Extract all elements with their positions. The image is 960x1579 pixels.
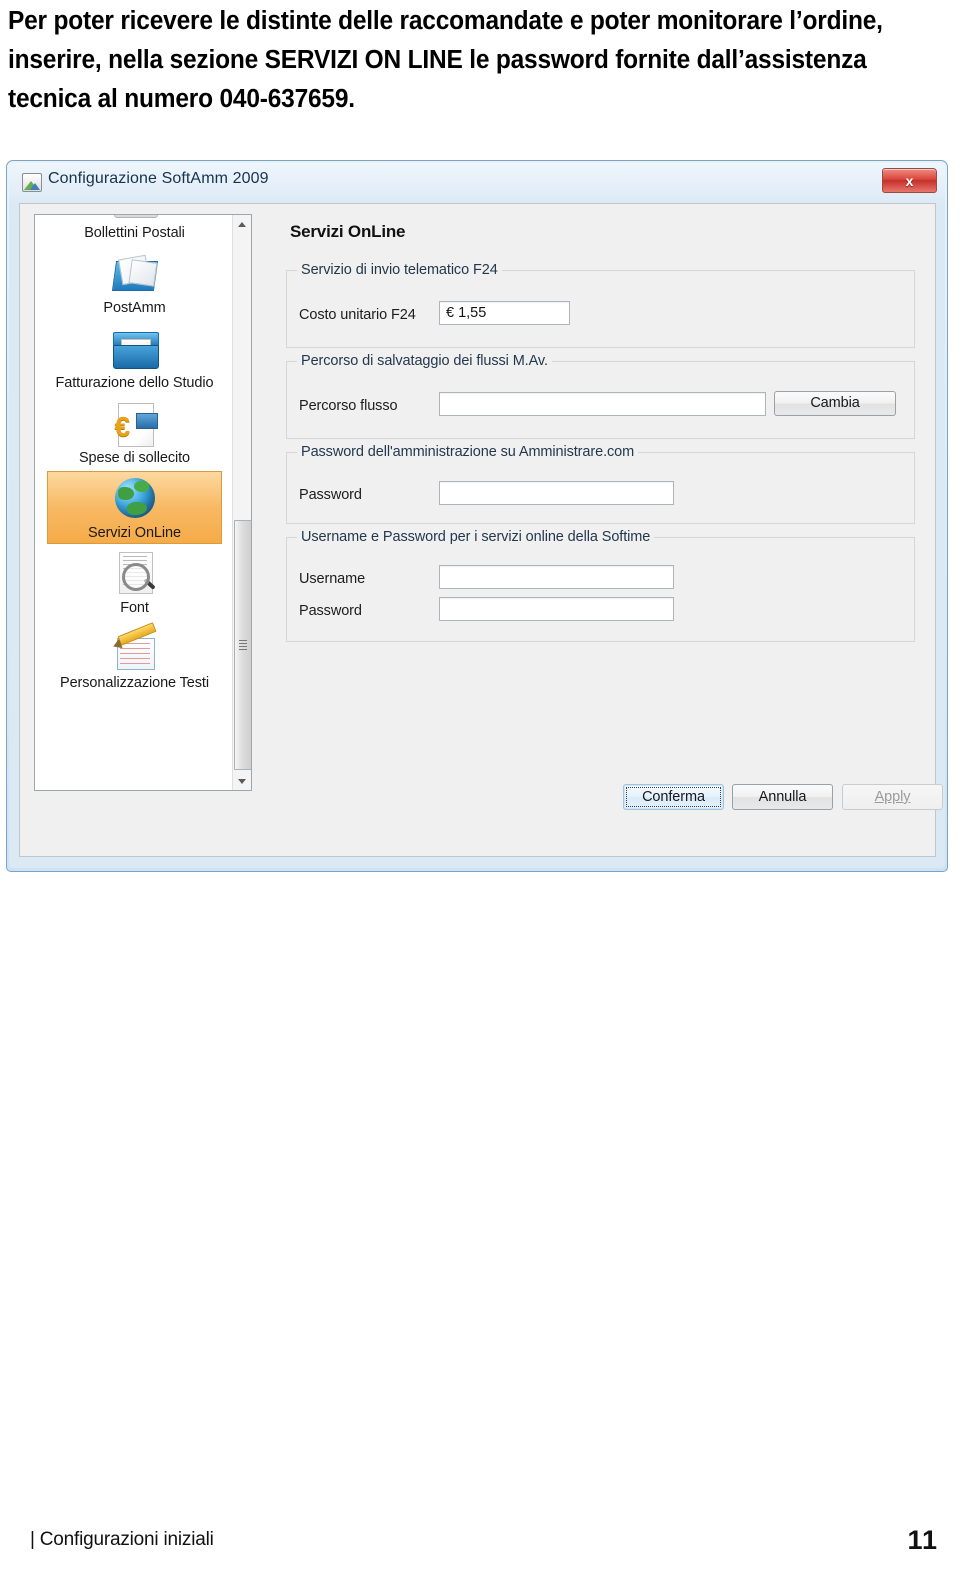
page-title: Servizi OnLine (290, 222, 406, 241)
scrollbar-thumb[interactable] (234, 520, 251, 770)
category-list[interactable]: Bollettini Postali PostAmm Fatturazione … (34, 214, 252, 791)
sidebar-item-bollettini-postali[interactable]: Bollettini Postali (47, 215, 222, 244)
sidebar-item-label: Servizi OnLine (88, 525, 181, 541)
cambia-button[interactable]: Cambia (774, 391, 896, 416)
sidebar-item-fatturazione-dello-studio[interactable]: Fatturazione dello Studio (47, 321, 222, 394)
conferma-button[interactable]: Conferma (623, 784, 724, 810)
sidebar-item-label: Bollettini Postali (84, 225, 185, 241)
euro-document-icon: € (108, 399, 162, 449)
sidebar-scrollbar[interactable] (232, 215, 251, 790)
group-username-password-softime: Username e Password per i servizi online… (286, 529, 915, 642)
title-bar[interactable]: Configurazione SoftAmm 2009 x (9, 163, 945, 203)
sidebar-item-label: PostAmm (103, 300, 166, 316)
input-password-amministrazione[interactable] (439, 481, 674, 505)
group-servizio-invio-telematico-f24: Servizio di invio telematico F24 Costo u… (286, 262, 915, 348)
sidebar-item-label: Fatturazione dello Studio (55, 375, 214, 391)
category-list-items: Bollettini Postali PostAmm Fatturazione … (35, 215, 234, 696)
group-caption: Percorso di salvataggio dei flussi M.Av. (297, 353, 552, 369)
settings-panel: Servizi OnLine Servizio di invio telemat… (278, 212, 943, 848)
intro-paragraph: Per poter ricevere le distinte delle rac… (8, 7, 883, 113)
scroll-down-arrow-icon[interactable] (233, 772, 251, 790)
footer-section-text: Configurazioni iniziali (39, 1529, 214, 1550)
sidebar-item-font[interactable]: Font (47, 546, 222, 619)
group-password-amministrazione: Password dell'amministrazione su Amminis… (286, 444, 915, 524)
input-costo-unitario-f24[interactable]: € 1,55 (439, 301, 570, 325)
input-percorso-flusso[interactable] (439, 392, 766, 416)
sidebar-item-label: Spese di sollecito (78, 450, 191, 466)
apply-button: Apply (842, 784, 943, 810)
window-frame-inner: Configurazione SoftAmm 2009 x Bollettini… (9, 163, 945, 868)
page-footer: | Configurazioni iniziali 11 (0, 1525, 960, 1559)
annulla-button[interactable]: Annulla (732, 784, 833, 810)
label-percorso-flusso: Percorso flusso (299, 398, 398, 414)
sidebar-item-label: Personalizzazione Testi (60, 675, 209, 691)
sidebar-item-postamm[interactable]: PostAmm (47, 246, 222, 319)
label-username-softime: Username (299, 571, 366, 587)
document-magnifier-icon (108, 549, 162, 599)
printer-icon (108, 215, 162, 224)
sidebar-item-personalizzazione-testi[interactable]: Personalizzazione Testi (47, 621, 222, 694)
footer-section-label: | Configurazioni iniziali (30, 1529, 214, 1551)
configuration-dialog-screenshot: Configurazione SoftAmm 2009 x Bollettini… (6, 160, 948, 872)
group-caption: Password dell'amministrazione su Amminis… (297, 444, 639, 460)
input-password-softime[interactable] (439, 597, 674, 621)
group-caption: Servizio di invio telematico F24 (297, 262, 502, 278)
scroll-up-arrow-icon[interactable] (233, 215, 251, 233)
label-password-softime: Password (299, 603, 362, 619)
window-frame: Configurazione SoftAmm 2009 x Bollettini… (6, 160, 948, 872)
dialog-client-area: Bollettini Postali PostAmm Fatturazione … (19, 203, 943, 857)
globe-icon (108, 474, 162, 524)
page-number: 11 (907, 1525, 938, 1555)
group-percorso-salvataggio-flussi: Percorso di salvataggio dei flussi M.Av.… (286, 353, 915, 439)
footer-divider: | (30, 1529, 35, 1550)
apply-button-label: Apply (874, 789, 911, 805)
label-password-amministrazione: Password (299, 487, 362, 503)
invoice-box-icon (108, 324, 162, 374)
sidebar-item-servizi-online[interactable]: Servizi OnLine (47, 471, 222, 544)
app-picture-icon (22, 173, 42, 192)
group-caption: Username e Password per i servizi online… (297, 529, 655, 545)
close-icon[interactable]: x (882, 168, 937, 193)
mail-envelopes-icon (108, 249, 162, 299)
input-username-softime[interactable] (439, 565, 674, 589)
sidebar-item-label: Font (120, 600, 149, 616)
focus-ring (626, 787, 721, 807)
sidebar-item-spese-di-sollecito[interactable]: € Spese di sollecito (47, 396, 222, 469)
notepad-pencil-icon (108, 622, 162, 674)
window-title: Configurazione SoftAmm 2009 (48, 170, 269, 187)
label-costo-unitario-f24: Costo unitario F24 (299, 307, 416, 323)
